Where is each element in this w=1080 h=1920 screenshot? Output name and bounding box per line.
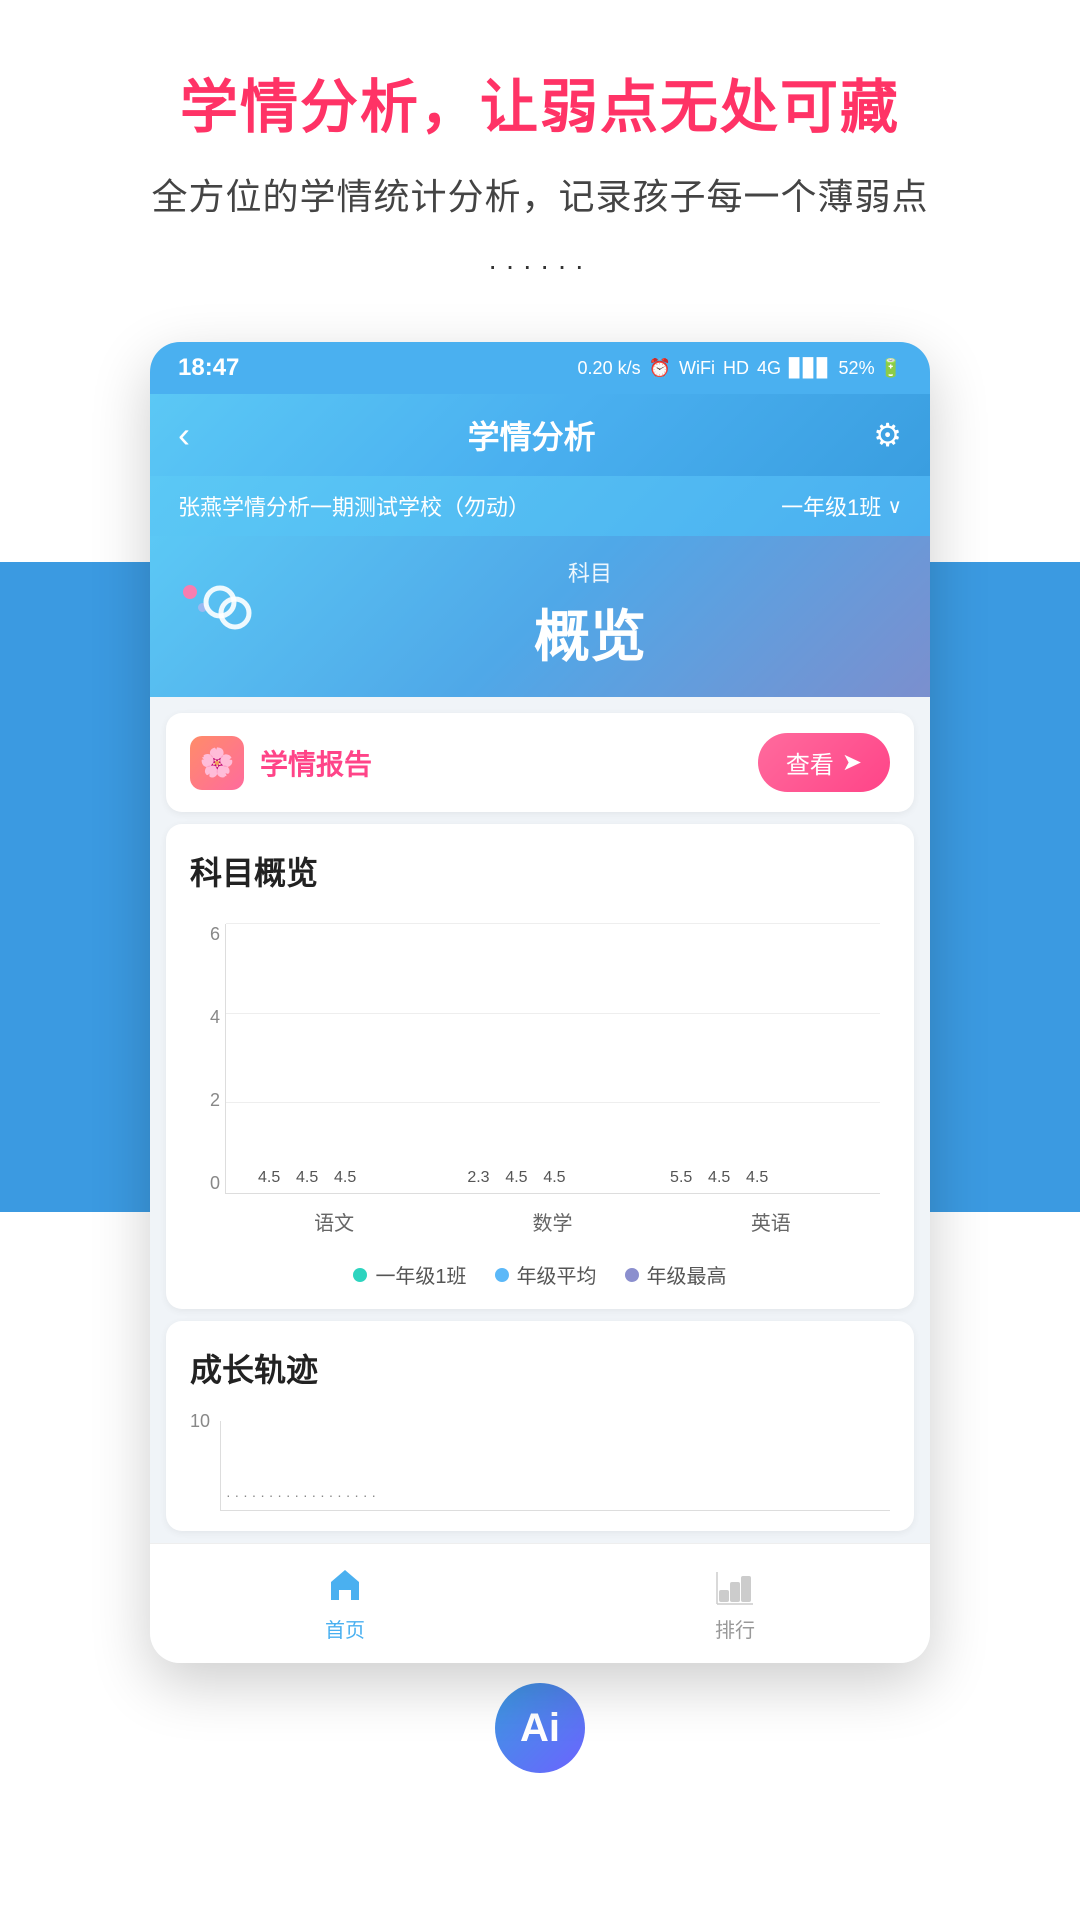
subject-card: 科目 概览 xyxy=(150,536,930,697)
flower-icon: 🌸 xyxy=(200,746,235,779)
legend-dot-avg xyxy=(495,1268,509,1282)
subject-info: 科目 概览 xyxy=(278,556,902,673)
subject-overview-chart-section: 科目概览 0 2 4 6 xyxy=(166,824,914,1309)
bar-label-yuwen-avg: 4.5 xyxy=(296,1169,318,1187)
x-label-shuxue: 数学 xyxy=(443,1207,661,1236)
growth-chart-preview: 10 · · · · · · · · · · · · · · · · · · xyxy=(190,1411,890,1511)
arrow-circle-icon: ➤ xyxy=(842,748,862,777)
class-name: 一年级1班 xyxy=(781,490,881,522)
bar-label-yingyu-class: 5.5 xyxy=(670,1169,692,1187)
bar-label-shuxue-avg: 4.5 xyxy=(505,1169,527,1187)
top-section: 学情分析，让弱点无处可藏 全方位的学情统计分析，记录孩子每一个薄弱点 ·····… xyxy=(0,0,1080,342)
bar-label-yingyu-avg: 4.5 xyxy=(708,1169,730,1187)
legend-class: 一年级1班 xyxy=(353,1260,466,1289)
circle-pink-decoration xyxy=(183,585,197,599)
4g-icon: 4G xyxy=(757,358,781,379)
school-name: 张燕学情分析一期测试学校（勿动） xyxy=(178,490,530,522)
content-area: 🌸 学情报告 查看 ➤ 科目概览 0 2 4 xyxy=(150,713,930,1531)
report-left: 🌸 学情报告 xyxy=(190,736,372,790)
dots-decoration: ······ xyxy=(40,250,1040,282)
app-header: ‹ 学情分析 ⚙ xyxy=(150,394,930,476)
ai-label: Ai xyxy=(520,1706,560,1751)
bottom-nav: 首页 排行 xyxy=(150,1543,930,1663)
y-label-0: 0 xyxy=(210,1173,220,1194)
hd-icon: HD xyxy=(723,358,749,379)
report-icon: 🌸 xyxy=(190,736,244,790)
ranking-icon xyxy=(711,1560,759,1608)
overview-text: 概览 xyxy=(534,592,646,673)
battery-icon: 52% 🔋 xyxy=(839,358,902,379)
growth-section: 成长轨迹 10 · · · · · · · · · · · · · · · · … xyxy=(166,1321,914,1531)
growth-section-title: 成长轨迹 xyxy=(190,1345,890,1391)
bar-chart: 0 2 4 6 xyxy=(190,914,890,1244)
settings-button[interactable]: ⚙ xyxy=(873,416,902,454)
x-label-yuwen: 语文 xyxy=(225,1207,443,1236)
header-title: 学情分析 xyxy=(468,412,596,458)
bar-label-yuwen-class: 4.5 xyxy=(258,1169,280,1187)
school-bar: 张燕学情分析一期测试学校（勿动） 一年级1班 ∨ xyxy=(150,476,930,536)
x-axis-labels: 语文 数学 英语 xyxy=(225,1199,880,1244)
chart-legend: 一年级1班 年级平均 年级最高 xyxy=(190,1260,890,1289)
report-title: 学情报告 xyxy=(260,743,372,783)
legend-label-class: 一年级1班 xyxy=(375,1260,466,1289)
phone-wrapper: 18:47 0.20 k/s ⏰ WiFi HD 4G ▊▊▊ 52% 🔋 ‹ … xyxy=(150,342,930,1663)
growth-y-max: 10 xyxy=(190,1411,210,1432)
bar-label-shuxue-max: 4.5 xyxy=(543,1169,565,1187)
subject-icon-area xyxy=(178,575,258,655)
bar-label-shuxue-class: 2.3 xyxy=(467,1169,489,1187)
y-axis: 0 2 4 6 xyxy=(190,924,220,1194)
growth-chart-area: · · · · · · · · · · · · · · · · · · xyxy=(220,1421,890,1511)
legend-dot-max xyxy=(625,1268,639,1282)
legend-dot-class xyxy=(353,1268,367,1282)
legend-label-max: 年级最高 xyxy=(647,1260,727,1289)
view-report-button[interactable]: 查看 ➤ xyxy=(758,733,890,792)
class-selector[interactable]: 一年级1班 ∨ xyxy=(781,490,902,522)
wifi-icon: WiFi xyxy=(679,358,715,379)
link-chain-icon xyxy=(200,580,255,635)
report-card: 🌸 学情报告 查看 ➤ xyxy=(166,713,914,812)
home-icon xyxy=(321,1560,369,1608)
legend-avg: 年级平均 xyxy=(495,1260,597,1289)
network-icon: 0.20 k/s xyxy=(578,358,641,379)
ai-badge[interactable]: Ai xyxy=(495,1683,585,1773)
nav-home-label: 首页 xyxy=(325,1614,365,1643)
status-icons: 0.20 k/s ⏰ WiFi HD 4G ▊▊▊ 52% 🔋 xyxy=(578,358,902,379)
view-btn-label: 查看 xyxy=(786,745,834,780)
x-label-yingyu: 英语 xyxy=(662,1207,880,1236)
status-bar: 18:47 0.20 k/s ⏰ WiFi HD 4G ▊▊▊ 52% 🔋 xyxy=(150,342,930,394)
main-title: 学情分析，让弱点无处可藏 xyxy=(40,60,1040,144)
back-button[interactable]: ‹ xyxy=(178,414,190,456)
subject-label: 科目 xyxy=(568,556,612,588)
dropdown-arrow-icon: ∨ xyxy=(887,494,902,519)
y-label-2: 2 xyxy=(210,1090,220,1111)
bar-label-yuwen-max: 4.5 xyxy=(334,1169,356,1187)
sub-title: 全方位的学情统计分析，记录孩子每一个薄弱点 xyxy=(40,168,1040,220)
bar-label-yingyu-max: 4.5 xyxy=(746,1169,768,1187)
legend-label-avg: 年级平均 xyxy=(517,1260,597,1289)
status-time: 18:47 xyxy=(178,354,239,382)
y-label-4: 4 xyxy=(210,1007,220,1028)
ai-area: Ai xyxy=(0,1683,1080,1813)
legend-max: 年级最高 xyxy=(625,1260,727,1289)
growth-data-preview: · · · · · · · · · · · · · · · · · · xyxy=(221,1480,890,1510)
phone-screen: 18:47 0.20 k/s ⏰ WiFi HD 4G ▊▊▊ 52% 🔋 ‹ … xyxy=(150,342,930,1663)
nav-ranking-label: 排行 xyxy=(715,1614,755,1643)
chart-drawing-area: 4.5 4.5 4.5 xyxy=(225,924,880,1194)
nav-home[interactable]: 首页 xyxy=(321,1560,369,1643)
nav-ranking[interactable]: 排行 xyxy=(711,1560,759,1643)
signal-icon: ▊▊▊ xyxy=(789,358,831,379)
subject-overview-title: 科目概览 xyxy=(190,848,890,894)
alarm-icon: ⏰ xyxy=(649,358,671,379)
y-label-6: 6 xyxy=(210,924,220,945)
